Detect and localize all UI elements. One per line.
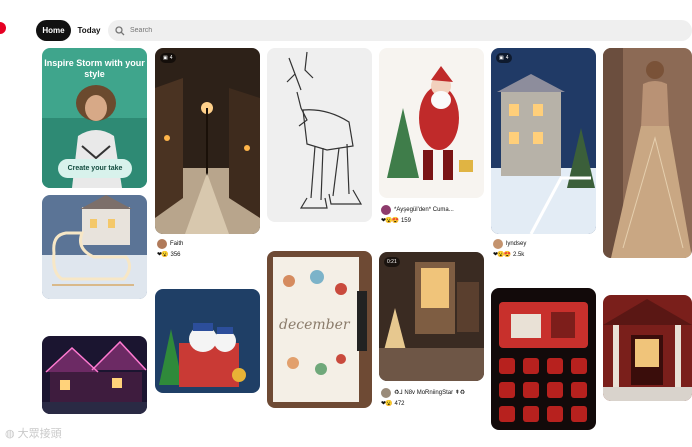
reaction-count: 159 — [400, 217, 411, 224]
pinterest-logo[interactable] — [0, 22, 6, 34]
pin-author[interactable]: Faith — [170, 241, 183, 247]
create-your-take-button[interactable]: Create your take — [58, 159, 132, 178]
pin-december-journal[interactable]: december — [267, 251, 372, 408]
pin-red-homescreen[interactable] — [491, 288, 596, 430]
pin-santa[interactable] — [379, 48, 484, 198]
shop-door-image — [379, 252, 484, 381]
video-duration-badge: 0:21 — [384, 257, 400, 267]
reaction-count: 2.5k — [512, 251, 525, 258]
avatar[interactable] — [157, 238, 167, 249]
reindeer-image — [267, 48, 372, 222]
search-icon — [115, 25, 125, 35]
pin-inspire-card[interactable]: Inspire Storm with your style Create you… — [42, 48, 147, 188]
reactions-icon: ❤😮 — [157, 252, 168, 258]
santa-image — [379, 48, 484, 198]
pin-wire-reindeer[interactable] — [267, 48, 372, 222]
pin-red-entrance[interactable] — [603, 295, 692, 401]
pin-winter-house[interactable]: ▣ 4 — [491, 48, 596, 234]
search-input[interactable] — [128, 26, 672, 35]
pin-meta-shop-door: ♻⅃ N8v MoRniingStar ⇞♻ ❤😮 472 — [381, 387, 491, 409]
snowy-street-image — [155, 48, 260, 234]
reactions-icon: ❤😮😍 — [381, 218, 399, 224]
search-bar[interactable] — [108, 20, 692, 41]
pin-author[interactable]: *Ayşegül'den* Cuma... — [394, 207, 454, 213]
red-homescreen-image — [491, 288, 596, 430]
sleigh-image — [42, 195, 147, 299]
lights-house-image — [42, 336, 147, 414]
reactions-icon: ❤😮😍 — [493, 252, 511, 258]
pin-meta-snowy-street: Faith ❤😮 356 — [157, 238, 262, 260]
svg-text:december: december — [279, 317, 351, 333]
today-tab[interactable]: Today — [73, 20, 105, 41]
multi-image-badge: ▣ 4 — [496, 53, 512, 63]
multi-image-badge: ▣ 4 — [160, 53, 176, 63]
pin-author[interactable]: ♻⅃ N8v MoRniingStar ⇞♻ — [394, 389, 465, 396]
donald-duck-image — [155, 289, 260, 393]
pin-shop-door[interactable]: 0:21 — [379, 252, 484, 381]
pin-meta-santa: *Ayşegül'den* Cuma... ❤😮😍 159 — [381, 204, 491, 226]
avatar[interactable] — [381, 387, 391, 398]
pin-snowy-street[interactable]: ▣ 4 — [155, 48, 260, 234]
reactions-icon: ❤😮 — [381, 401, 392, 407]
watermark-logo-icon: ◍ — [5, 427, 15, 440]
gold-dress-image — [603, 48, 692, 258]
stack-icon: ▣ — [163, 55, 168, 61]
reaction-count: 356 — [170, 251, 181, 258]
pin-meta-winter-house: lyndsey ❤😮😍 2.5k — [493, 238, 598, 260]
red-entrance-image — [603, 295, 692, 401]
pin-christmas-lights-house[interactable] — [42, 336, 147, 414]
pin-gold-dress[interactable] — [603, 48, 692, 258]
pin-donald-duck[interactable] — [155, 289, 260, 393]
winter-house-image — [491, 48, 596, 234]
avatar[interactable] — [493, 238, 503, 249]
december-journal-image: december — [267, 251, 372, 408]
inspire-title: Inspire Storm with your style — [44, 58, 145, 79]
pin-author[interactable]: lyndsey — [506, 241, 526, 247]
home-tab[interactable]: Home — [36, 20, 71, 41]
avatar[interactable] — [381, 204, 391, 215]
reaction-count: 472 — [394, 400, 405, 407]
pin-sleigh[interactable] — [42, 195, 147, 299]
stack-icon: ▣ — [499, 55, 504, 61]
top-bar: Home Today — [0, 0, 692, 44]
watermark: ◍ 大眾接頭 — [5, 427, 62, 441]
